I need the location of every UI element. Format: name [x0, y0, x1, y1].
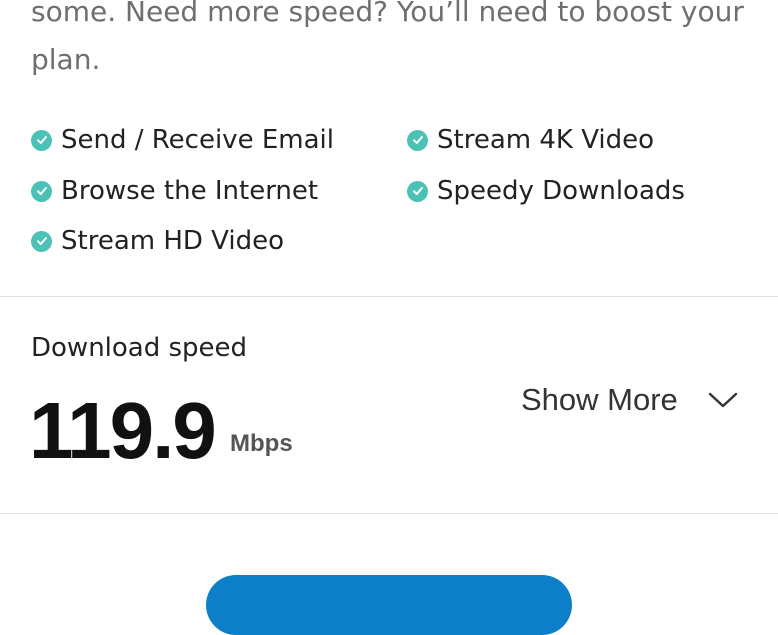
download-speed-label: Download speed: [31, 333, 248, 363]
feature-item-browse: Browse the Internet: [31, 171, 318, 211]
check-circle-icon: [31, 180, 52, 202]
feature-label: Speedy Downloads: [437, 176, 685, 206]
intro-description: some. Need more speed? You’ll need to bo…: [31, 0, 744, 76]
check-circle-icon: [407, 180, 428, 202]
feature-item-email: Send / Receive Email: [31, 120, 334, 160]
feature-label: Stream HD Video: [61, 226, 285, 256]
feature-label: Send / Receive Email: [61, 125, 334, 155]
check-circle-icon: [31, 230, 52, 252]
download-speed-unit: Mbps: [230, 430, 293, 457]
check-circle-icon: [407, 129, 428, 151]
check-circle-icon: [31, 129, 52, 151]
download-speed-value: 119.9: [29, 386, 217, 475]
chevron-down-icon: [708, 390, 738, 410]
show-more-button[interactable]: Show More: [521, 382, 738, 418]
feature-list: Send / Receive Email Browse the Internet…: [31, 120, 751, 270]
primary-action-button[interactable]: [206, 575, 572, 635]
feature-label: Browse the Internet: [61, 176, 319, 206]
section-divider: [0, 513, 778, 514]
feature-item-hd-video: Stream HD Video: [31, 221, 284, 261]
feature-label: Stream 4K Video: [437, 125, 655, 155]
show-more-label: Show More: [521, 382, 678, 417]
section-divider: [0, 296, 778, 297]
feature-item-4k-video: Stream 4K Video: [407, 120, 654, 160]
feature-item-downloads: Speedy Downloads: [407, 171, 685, 211]
